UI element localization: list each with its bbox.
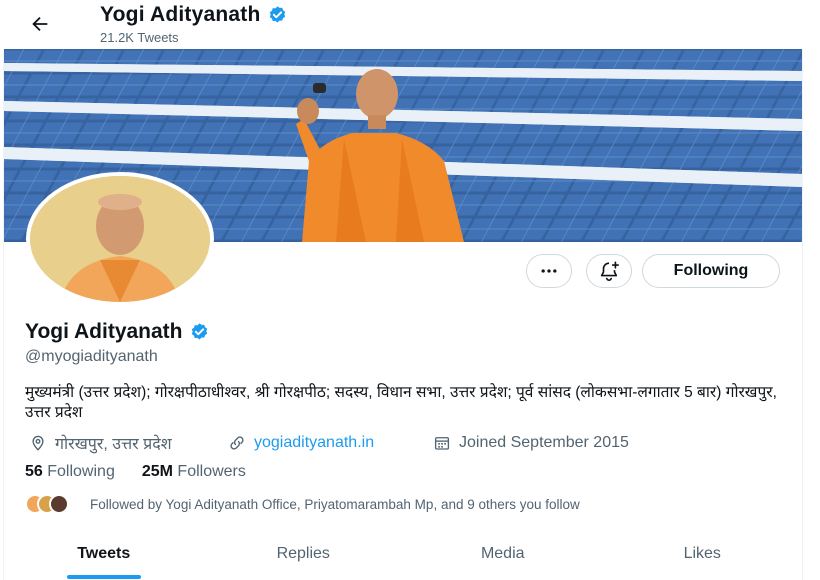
profile-name-row: Yogi Adityanath [25,320,210,344]
tab-label: Media [480,545,525,562]
following-button[interactable]: Following [642,254,780,288]
header-name: Yogi Adityanath [100,3,261,26]
profile-name: Yogi Adityanath [25,320,183,343]
notifications-button[interactable] [586,254,632,288]
more-button[interactable] [526,254,572,288]
follower-avatar [49,494,69,514]
followed-by[interactable]: Followed by Yogi Adityanath Office, Priy… [25,494,580,514]
active-tab-indicator [66,575,141,579]
bell-plus-icon [600,261,619,281]
tab-label: Likes [683,545,721,562]
followers-count: 25M [141,463,173,480]
followers-stat[interactable]: 25M Followers [142,463,246,481]
avatar-image [30,176,210,302]
header-title: Yogi Adityanath [100,3,288,27]
tab-media[interactable]: Media [403,536,603,580]
back-button[interactable] [22,8,58,40]
link-icon [230,436,244,450]
tab-label: Replies [276,545,330,562]
profile-stats: 56 Following 25M Followers [25,463,246,481]
joined-text: Joined September 2015 [459,434,629,451]
arrow-left-icon [32,16,48,32]
location-pin-icon [32,435,44,451]
following-stat[interactable]: 56 Following [25,463,115,481]
followed-by-text: Followed by Yogi Adityanath Office, Priy… [90,496,580,512]
tweet-count: 21.2K Tweets [100,30,179,45]
verified-badge-icon[interactable] [189,322,210,343]
location-text: गोरखपुर, उत्तर प्रदेश [55,436,172,453]
following-count: 56 [25,463,43,480]
calendar-icon [434,437,450,450]
profile-handle: @myogiadityanath [25,348,158,365]
profile-tabs: Tweets Replies Media Likes [4,536,802,580]
profile-header: Yogi Adityanath 21.2K Tweets [0,0,820,50]
verified-badge-icon [269,5,285,22]
profile-bio: मुख्यमंत्री (उत्तर प्रदेश); गोरक्षपीठाधी… [25,384,777,421]
profile-website: yogiadityanath.in [228,432,374,454]
profile-page: Yogi Adityanath 21.2K Tweets Following Y… [0,0,820,580]
profile-avatar[interactable] [26,172,214,306]
profile-location: गोरखपुर, उत्तर प्रदेश [29,432,172,454]
column-border-right [802,0,803,580]
following-label: Following [47,463,115,480]
followers-label: Followers [177,463,246,480]
tab-likes[interactable]: Likes [603,536,803,580]
profile-joined: Joined September 2015 [433,432,629,454]
tab-tweets[interactable]: Tweets [4,536,204,580]
followed-by-avatars [25,494,81,514]
tab-replies[interactable]: Replies [204,536,404,580]
more-dots-icon [541,269,557,273]
website-link[interactable]: yogiadityanath.in [254,434,374,452]
